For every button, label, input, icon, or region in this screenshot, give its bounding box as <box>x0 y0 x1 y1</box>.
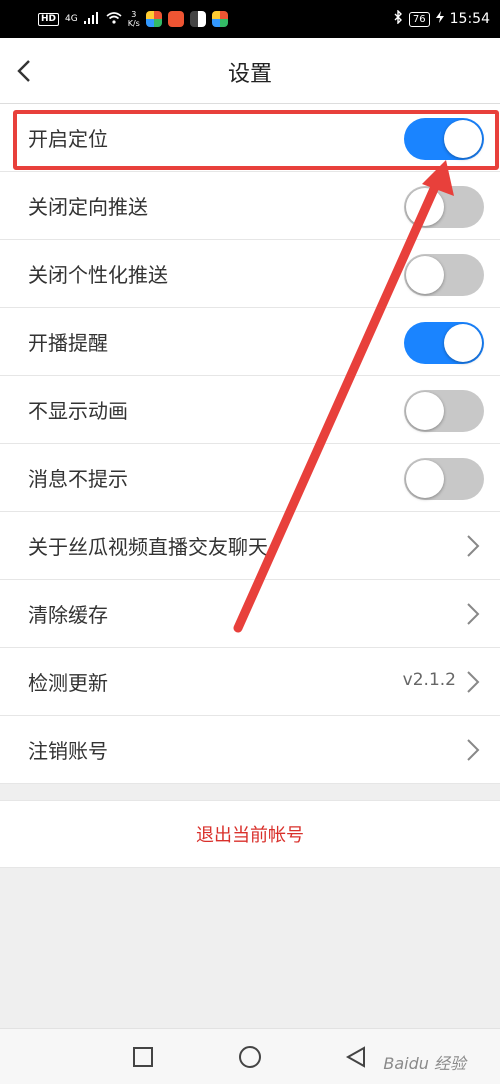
setting-label: 开播提醒 <box>28 331 108 355</box>
setting-label: 关闭定向推送 <box>28 195 148 219</box>
chevron-right-icon <box>467 603 480 625</box>
setting-about[interactable]: 关于丝瓜视频直播交友聊天 <box>0 512 500 580</box>
setting-label: 关于丝瓜视频直播交友聊天 <box>28 535 268 559</box>
section-divider <box>0 784 500 800</box>
hide-animation-toggle[interactable] <box>404 390 484 432</box>
live-reminder-toggle[interactable] <box>404 322 484 364</box>
settings-screen: HD 4G 3 K/s 76 15:54 设置 开启定位 关闭定向推送 关闭个性… <box>0 0 500 1084</box>
hd-badge: HD <box>38 12 60 26</box>
setting-location: 开启定位 <box>0 104 500 172</box>
triangle-left-icon <box>345 1046 365 1068</box>
setting-label: 检测更新 <box>28 671 108 695</box>
setting-label: 开启定位 <box>28 127 108 151</box>
toggle-knob <box>406 392 444 430</box>
network-type: 4G <box>65 14 78 24</box>
toggle-knob <box>444 120 482 158</box>
toggle-knob <box>406 256 444 294</box>
location-toggle[interactable] <box>404 118 484 160</box>
charging-icon <box>435 11 444 27</box>
nav-back-button[interactable] <box>342 1043 370 1071</box>
system-nav-bar: Baidu 经验 <box>0 1028 500 1084</box>
home-button[interactable] <box>236 1043 264 1071</box>
mute-messages-toggle[interactable] <box>404 458 484 500</box>
title-bar: 设置 <box>0 38 500 104</box>
status-left: HD 4G 3 K/s <box>38 10 228 28</box>
app-notification-icon <box>167 11 184 27</box>
setting-personalized-push: 关闭个性化推送 <box>0 240 500 308</box>
setting-hide-animation: 不显示动画 <box>0 376 500 444</box>
setting-label: 消息不提示 <box>28 467 128 491</box>
setting-targeted-push: 关闭定向推送 <box>0 172 500 240</box>
watermark: Baidu 经验 <box>383 1054 466 1073</box>
setting-check-update[interactable]: 检测更新 v2.1.2 <box>0 648 500 716</box>
setting-mute-messages: 消息不提示 <box>0 444 500 512</box>
signal-icon <box>83 11 100 27</box>
personalized-push-toggle[interactable] <box>404 254 484 296</box>
setting-clear-cache[interactable]: 清除缓存 <box>0 580 500 648</box>
status-bar: HD 4G 3 K/s 76 15:54 <box>0 0 500 38</box>
chevron-right-icon <box>467 671 480 693</box>
status-right: 76 15:54 <box>393 9 490 28</box>
chevron-right-icon <box>467 535 480 557</box>
toggle-knob <box>444 324 482 362</box>
toggle-knob <box>406 188 444 226</box>
app-notification-icon <box>211 11 228 27</box>
setting-label: 关闭个性化推送 <box>28 263 168 287</box>
setting-deactivate-account[interactable]: 注销账号 <box>0 716 500 784</box>
logout-button[interactable]: 退出当前帐号 <box>0 800 500 868</box>
net-speed-value: 3 <box>131 10 137 19</box>
net-speed-unit: K/s <box>127 19 140 28</box>
setting-label: 清除缓存 <box>28 603 108 627</box>
circle-icon <box>239 1046 261 1068</box>
net-speed: 3 K/s <box>128 10 140 28</box>
wifi-icon <box>106 11 122 27</box>
setting-label: 注销账号 <box>28 739 108 763</box>
battery-indicator: 76 <box>408 11 430 27</box>
setting-live-reminder: 开播提醒 <box>0 308 500 376</box>
version-value: v2.1.2 <box>402 670 456 690</box>
recent-apps-button[interactable] <box>129 1043 157 1071</box>
bluetooth-icon <box>393 9 403 28</box>
toggle-knob <box>406 460 444 498</box>
square-icon <box>133 1047 153 1067</box>
chevron-right-icon <box>467 739 480 761</box>
targeted-push-toggle[interactable] <box>404 186 484 228</box>
settings-list: 开启定位 关闭定向推送 关闭个性化推送 开播提醒 不显示动画 消息不提示 关于丝… <box>0 104 500 784</box>
page-title: 设置 <box>227 62 272 87</box>
logout-label: 退出当前帐号 <box>196 825 304 846</box>
clock: 15:54 <box>449 11 490 27</box>
setting-label: 不显示动画 <box>28 399 128 423</box>
app-notification-icon <box>145 11 162 27</box>
app-notification-icon <box>189 11 206 27</box>
